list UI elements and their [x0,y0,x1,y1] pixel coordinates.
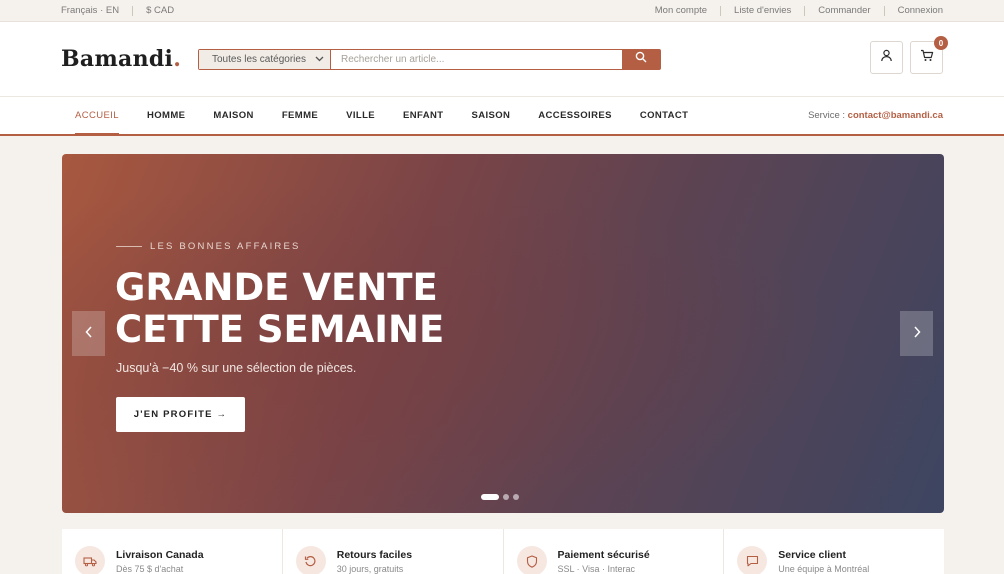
carousel-next-button[interactable] [900,311,933,356]
top-utility-bar: Français · EN $ CAD Mon compte Liste d'e… [0,0,1004,22]
chevron-left-icon [84,325,93,343]
service-contact: Service : contact@bamandi.ca [808,110,943,121]
language-switcher[interactable]: Français · EN [61,5,119,16]
hero-title-line1: GRANDE VENTE [115,266,438,309]
truck-icon [75,546,105,574]
nav-menu: ACCUEIL HOMME MAISON FEMME VILLE ENFANT … [75,97,716,135]
nav-item-contact[interactable]: CONTACT [640,97,689,134]
feature-item: Retours faciles 30 jours, gratuits [283,529,504,574]
logo-text: Bamandi [61,46,174,72]
site-header: Bamandi. Toutes les catégories 0 [0,22,1004,96]
nav-item-accessoires[interactable]: ACCESSOIRES [538,97,612,134]
topbar-divider [804,5,806,16]
chat-icon [737,546,768,574]
feature-subtitle: Dès 75 $ d'achat [116,564,184,574]
logo-dot: . [173,46,182,72]
hero-subtitle: Jusqu'à −40 % sur une sélection de pièce… [116,361,357,375]
hero-title-line2: CETTE SEMAINE [115,308,445,351]
search-bar: Toutes les catégories [198,48,661,70]
site-logo[interactable]: Bamandi. [61,46,198,72]
service-label: Service : [808,110,848,121]
eyebrow-line [116,246,142,247]
feature-item: Livraison Canada Dès 75 $ d'achat [62,529,283,574]
features-strip: Livraison Canada Dès 75 $ d'achat Retour… [62,529,944,574]
nav-item-femme[interactable]: FEMME [282,97,318,134]
nav-item-enfant[interactable]: ENFANT [403,97,443,134]
chevron-down-icon [315,54,324,64]
category-select-value: Toutes les catégories [212,53,306,65]
user-icon [880,49,893,67]
topbar-divider [132,5,134,16]
carousel-dot-2[interactable] [503,494,509,500]
checkout-link[interactable]: Commander [818,5,870,16]
feature-title: Paiement sécurisé [557,549,650,561]
main-navigation: ACCUEIL HOMME MAISON FEMME VILLE ENFANT … [0,96,1004,136]
service-email-link[interactable]: contact@bamandi.ca [848,110,943,121]
feature-title: Retours faciles [336,549,413,561]
topbar-right: Mon compte Liste d'envies Commander Conn… [655,5,943,16]
return-icon [295,546,326,574]
feature-item: Service client Une équipe à Montréal [724,529,944,574]
hero-eyebrow: LES BONNES AFFAIRES [116,241,301,252]
category-select[interactable]: Toutes les catégories [199,49,331,69]
cart-icon [920,49,934,67]
feature-item: Paiement sécurisé SSL · Visa · Interac [504,529,725,574]
nav-item-saison[interactable]: SAISON [471,97,510,134]
shield-icon [516,546,547,574]
carousel-prev-button[interactable] [72,311,105,356]
feature-title: Livraison Canada [116,549,204,561]
login-link[interactable]: Connexion [898,5,943,16]
carousel-indicators [481,494,523,500]
hero-banner: LES BONNES AFFAIRES GRANDE VENTE CETTE S… [62,154,944,513]
currency-switcher[interactable]: $ CAD [146,5,174,16]
my-account-link[interactable]: Mon compte [655,5,707,16]
search-button[interactable] [622,49,660,69]
cart-button[interactable]: 0 [910,36,948,74]
hero-cta-button[interactable]: J'EN PROFITE → [116,397,245,432]
topbar-left: Français · EN $ CAD [61,5,174,16]
carousel-dot-1[interactable] [481,494,499,500]
chevron-right-icon [913,325,921,343]
cart-count-badge: 0 [934,36,948,50]
search-input[interactable] [331,49,622,69]
feature-subtitle: Une équipe à Montréal [778,564,870,574]
search-icon [635,50,647,68]
nav-item-accueil[interactable]: ACCUEIL [75,97,119,135]
carousel-dot-3[interactable] [513,494,519,500]
feature-title: Service client [778,549,846,561]
feature-subtitle: 30 jours, gratuits [336,564,404,574]
nav-item-ville[interactable]: VILLE [346,97,375,134]
topbar-divider [720,5,722,16]
wishlist-link[interactable]: Liste d'envies [734,5,791,16]
feature-subtitle: SSL · Visa · Interac [557,564,636,574]
hero-title: GRANDE VENTE CETTE SEMAINE [115,267,444,351]
topbar-divider [883,5,885,16]
account-button[interactable] [870,41,903,74]
hero-eyebrow-text: LES BONNES AFFAIRES [150,241,301,252]
nav-item-maison[interactable]: MAISON [213,97,253,134]
nav-item-homme[interactable]: HOMME [147,97,185,134]
